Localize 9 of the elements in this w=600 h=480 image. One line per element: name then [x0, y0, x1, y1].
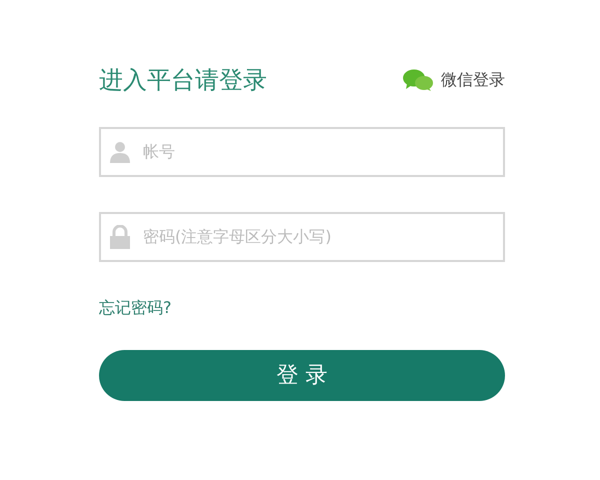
page-title: 进入平台请登录 [99, 66, 267, 95]
account-field[interactable]: 帐号 [99, 126, 505, 177]
user-icon [109, 140, 131, 163]
wechat-login-link[interactable]: 微信登录 [403, 68, 505, 92]
login-button[interactable]: 登 录 [99, 350, 505, 401]
password-field[interactable]: 密码(注意字母区分大小写) [99, 212, 505, 262]
lock-icon [109, 224, 131, 249]
chat-bubbles-icon [403, 69, 433, 92]
forgot-password-link[interactable]: 忘记密码? [99, 298, 172, 317]
